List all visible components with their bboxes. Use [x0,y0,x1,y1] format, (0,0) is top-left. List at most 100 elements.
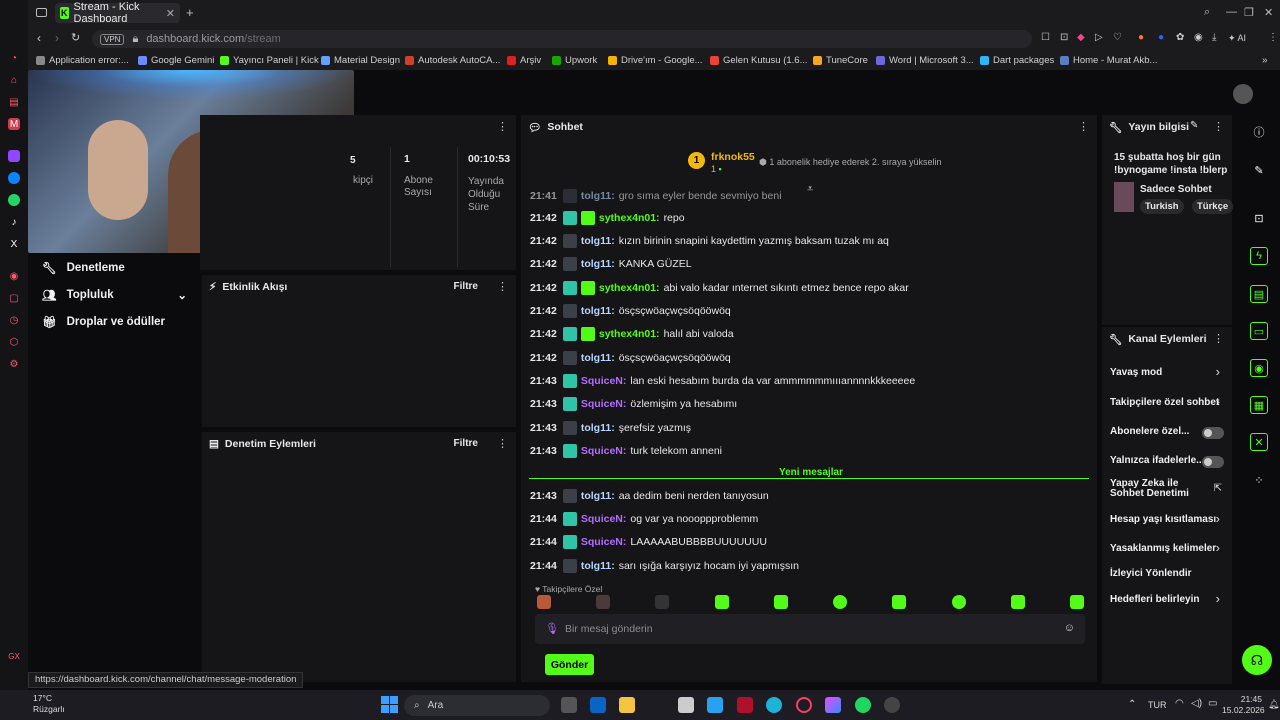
volume-icon[interactable]: ◁) [1191,698,1202,709]
action-host[interactable]: İzleyici Yönlendir [1110,568,1192,579]
heart-icon[interactable]: ♡ [1113,32,1122,43]
kick-emote[interactable] [774,595,788,609]
battery-icon[interactable]: ▭ [1208,698,1217,709]
bookmarks-more-icon[interactable]: » [1262,55,1268,66]
language-indicator[interactable]: TUR [1148,700,1167,710]
microphone-icon[interactable]: 🎙︎ [545,622,559,635]
blue-extension-icon[interactable]: ● [1158,32,1164,43]
new-tab-button[interactable]: + [186,5,194,20]
chat-message[interactable]: 21:44 SquiceN: og var ya noooppproblemm [530,512,758,526]
bookmark[interactable]: Dart packages [980,55,1054,66]
scan-icon[interactable]: ⊡ [1250,209,1268,227]
chat-message[interactable]: 21:43 tolg11: aa dedim beni nerden tanıyos… [530,489,769,503]
moderation-menu-icon[interactable]: ⋮ [497,437,508,450]
apps-icon[interactable]: ⁘ [1250,471,1268,489]
channel-actions-menu-icon[interactable]: ⋮ [1213,332,1224,345]
emote-avatar[interactable] [537,595,551,609]
activity-filter-button[interactable]: Filtre [454,281,478,292]
chat-icon[interactable]: ▭ [1250,322,1268,340]
profile-avatar[interactable] [1233,84,1253,104]
nav-item-community[interactable]: 👥︎ Topluluk ⌄ [42,288,187,302]
action-account-age[interactable]: Hesap yaşı kısıtlaması [1110,514,1216,525]
tab-kick-dashboard[interactable]: K Stream - Kick Dashboard ✕ [55,1,180,25]
sidebar-tiktok-icon[interactable]: ♪ [8,216,20,228]
send-button[interactable]: Gönder [545,654,594,675]
chat-message-input[interactable]: 🎙︎ Bir mesaj gönderin ☺ [535,614,1085,644]
task-view-icon[interactable] [561,697,577,713]
note-icon[interactable]: ▤ [1250,285,1268,303]
info-icon[interactable]: ⓘ [1250,123,1268,141]
spotify-icon[interactable] [855,697,871,713]
copilot-icon[interactable] [825,697,841,713]
edit-icon[interactable]: ✎ [1190,120,1198,131]
extensions-icon[interactable]: ☐ [1041,32,1050,43]
ai-button[interactable]: ✦ AI [1228,33,1246,44]
chat-message[interactable]: 21:42 sythex4n01: halıl abi valoda [530,327,734,341]
kick-emote[interactable] [952,595,966,609]
chevron-right-icon[interactable]: › [1216,364,1220,379]
action-slow-mode[interactable]: Yavaş mod [1110,367,1230,378]
subscribers-only-toggle[interactable] [1202,427,1224,439]
bookmark[interactable]: Application error:... [36,55,129,66]
pencil-icon[interactable]: ✎ [1250,161,1268,179]
action-ai-moderation[interactable]: Yapay Zeka ile Sohbet Denetimi [1110,479,1215,499]
shield-icon[interactable]: ◆ [1077,32,1085,43]
sidebar-player-icon[interactable]: ◉ [8,270,20,282]
wifi-icon[interactable]: ◠ [1175,698,1184,709]
download-icon[interactable]: ⤓ [1212,32,1216,43]
emote-avatar[interactable] [655,595,669,609]
app-red-icon[interactable] [737,697,753,713]
sidebar-settings-icon[interactable]: ⚙ [8,358,20,370]
stats-menu-icon[interactable]: ⋮ [497,120,508,133]
bookmark[interactable]: Drive'ım - Google... [608,55,703,66]
chevron-right-icon[interactable]: › [1216,511,1220,526]
camera-icon[interactable]: ◉ [1194,32,1203,43]
file-explorer-icon[interactable] [619,697,635,713]
bolt-icon[interactable]: ϟ [1250,247,1268,265]
forward-icon[interactable]: › [55,31,59,45]
sidebar-cart-icon[interactable]: ⌂ [8,74,20,86]
tag[interactable]: Türkçe [1192,199,1234,214]
chevron-right-icon[interactable]: › [1216,394,1220,409]
chat-message[interactable]: 21:42 tolg11: kızın birinin snapini kaydet… [530,234,889,248]
chat-message[interactable]: 21:42 sythex4n01: repo [530,211,685,225]
emote-avatar[interactable] [596,595,610,609]
chat-message[interactable]: 21:42 tolg11: KANKA GÜZEL [530,257,692,271]
close-window-button[interactable]: ✕ [1264,6,1273,19]
sidebar-messenger-icon[interactable] [8,172,20,184]
emoji-icon[interactable]: ☺ [1064,622,1075,634]
bookmark[interactable]: Word | Microsoft 3... [876,55,974,66]
tab-close-icon[interactable]: ✕ [166,7,175,20]
action-followers-only[interactable]: Takipçilere özel sohbet [1110,397,1219,408]
sidebar-box-icon[interactable]: ▢ [8,292,20,304]
opera-gx-icon[interactable] [796,697,812,713]
vpn-badge[interactable]: VPN [100,33,125,45]
bookmark[interactable]: Upwork [552,55,597,66]
chat-message[interactable]: 21:42 tolg11: ösçsçwöaçwçsöqööwöq [530,304,731,318]
chat-message[interactable]: 21:44 tolg11: sarı ışığa karşıyız hocam iy… [530,559,799,573]
nav-item-moderation[interactable]: 🔧︎ Denetleme [42,261,125,275]
kick-emote[interactable] [833,595,847,609]
kick-emote[interactable] [1070,595,1084,609]
top-gifter-name[interactable]: frknok55 [711,151,755,163]
reload-icon[interactable]: ↻ [71,31,80,44]
bookmark[interactable]: Home - Murat Akb... [1060,55,1157,66]
obs-icon[interactable] [884,697,900,713]
start-button[interactable] [381,696,398,713]
sidebar-mail-icon[interactable]: M [8,118,20,130]
sidebar-wallet-icon[interactable]: ▤ [8,96,20,108]
layout-icon[interactable]: ▦ [1250,396,1268,414]
bookmark[interactable]: Google Gemini [138,55,214,66]
play-icon[interactable]: ▷ [1095,32,1103,43]
sidebar-history-icon[interactable]: ◔ [8,52,20,64]
outlook-icon[interactable] [590,697,606,713]
sidebar-whatsapp-icon[interactable] [8,194,20,206]
category-name[interactable]: Sadece Sohbet [1140,184,1212,195]
tag[interactable]: Turkish [1140,199,1184,214]
chat-message[interactable]: 21:41 tolg11: gro sıma eyler bende sevmiyo… [530,189,782,203]
bookmark[interactable]: Material Design [321,55,400,66]
maximize-button[interactable]: ❐ [1244,6,1254,19]
edge-icon[interactable] [766,697,782,713]
support-icon[interactable]: ☊ [1242,645,1272,675]
notification-icon[interactable]: 🔔︎ [1268,699,1279,710]
